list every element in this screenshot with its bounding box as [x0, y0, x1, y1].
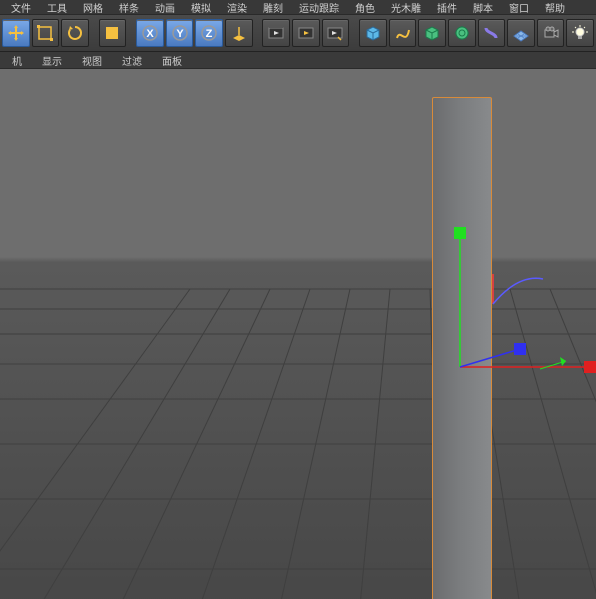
- spline-button[interactable]: [389, 19, 417, 47]
- svg-text:Z: Z: [206, 28, 213, 40]
- floor-grid: [0, 69, 596, 599]
- render-view-button[interactable]: [262, 19, 290, 47]
- camera-button[interactable]: [537, 19, 565, 47]
- view-filter-menu[interactable]: 过滤: [114, 53, 150, 68]
- render-region-button[interactable]: [292, 19, 320, 47]
- primitive-cube-button[interactable]: [359, 19, 387, 47]
- menu-window[interactable]: 窗口: [502, 0, 536, 15]
- menu-plugins[interactable]: 插件: [430, 0, 464, 15]
- nav-axis-icon[interactable]: [488, 269, 548, 309]
- view-panel-menu[interactable]: 面板: [154, 53, 190, 68]
- svg-text:Y: Y: [176, 28, 184, 40]
- menu-character[interactable]: 角色: [348, 0, 382, 15]
- nurbs-button[interactable]: [418, 19, 446, 47]
- menu-spline[interactable]: 样条: [112, 0, 146, 15]
- axis-z-button[interactable]: Z: [195, 19, 223, 47]
- floor-button[interactable]: [507, 19, 535, 47]
- menu-mesh[interactable]: 网格: [76, 0, 110, 15]
- coord-system-button[interactable]: [225, 19, 253, 47]
- svg-text:X: X: [146, 28, 154, 40]
- move-tool-button[interactable]: [2, 19, 30, 47]
- recent-tool-button[interactable]: [99, 19, 127, 47]
- menu-animate[interactable]: 动画: [148, 0, 182, 15]
- view-camera-menu[interactable]: 机: [4, 53, 30, 68]
- scale-tool-button[interactable]: [32, 19, 60, 47]
- deformer-button[interactable]: [478, 19, 506, 47]
- main-toolbar: X Y Z: [0, 15, 596, 52]
- rotate-tool-button[interactable]: [61, 19, 89, 47]
- menu-simulate[interactable]: 模拟: [184, 0, 218, 15]
- generator-button[interactable]: [448, 19, 476, 47]
- light-button[interactable]: [566, 19, 594, 47]
- view-display-menu[interactable]: 显示: [34, 53, 70, 68]
- menu-render[interactable]: 渲染: [220, 0, 254, 15]
- axis-y-button[interactable]: Y: [166, 19, 194, 47]
- view-view-menu[interactable]: 视图: [74, 53, 110, 68]
- selected-cube-object[interactable]: [432, 97, 492, 599]
- axis-x-button[interactable]: X: [136, 19, 164, 47]
- menu-script[interactable]: 脚本: [466, 0, 500, 15]
- viewport-menu-bar[interactable]: 机 显示 视图 过滤 面板: [0, 52, 596, 69]
- menu-tools[interactable]: 工具: [40, 0, 74, 15]
- render-settings-button[interactable]: [322, 19, 350, 47]
- perspective-viewport[interactable]: [0, 69, 596, 599]
- main-menu-bar[interactable]: 文件 工具 网格 样条 动画 模拟 渲染 雕刻 运动跟踪 角色 光木雕 插件 脚…: [0, 0, 596, 15]
- menu-wood[interactable]: 光木雕: [384, 0, 428, 15]
- menu-motion[interactable]: 运动跟踪: [292, 0, 346, 15]
- menu-help[interactable]: 帮助: [538, 0, 572, 15]
- menu-file[interactable]: 文件: [4, 0, 38, 15]
- menu-sculpt[interactable]: 雕刻: [256, 0, 290, 15]
